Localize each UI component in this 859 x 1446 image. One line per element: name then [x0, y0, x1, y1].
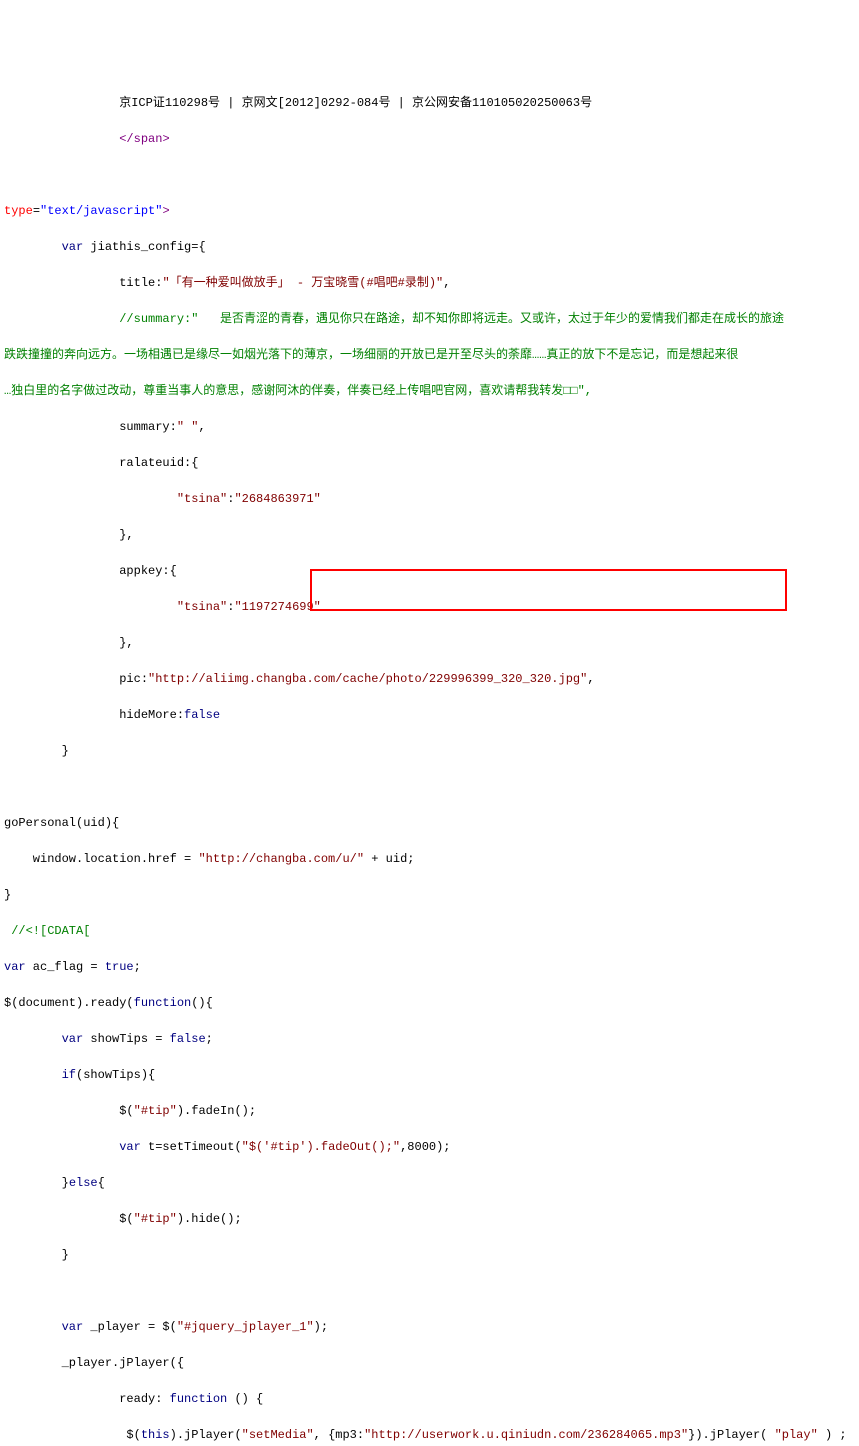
code-line-34: var _player = $("#jquery_jplayer_1"); — [4, 1318, 855, 1336]
code-blank — [4, 166, 855, 184]
code-line-21: window.location.href = "http://changba.c… — [4, 850, 855, 868]
code-line-2: </span> — [4, 130, 855, 148]
code-line-26: var showTips = false; — [4, 1030, 855, 1048]
code-line-18: } — [4, 742, 855, 760]
code-line-23: //<![CDATA[ — [4, 922, 855, 940]
code-line-8: …独白里的名字做过改动，尊重当事人的意思，感谢阿沐的伴奏，伴奏已经上传唱吧官网，… — [4, 382, 855, 400]
code-line-14: "tsina":"1197274699" — [4, 598, 855, 616]
code-line-35: _player.jPlayer({ — [4, 1354, 855, 1372]
code-line-3: type="text/javascript"> — [4, 202, 855, 220]
code-line-16: pic:"http://aliimg.changba.com/cache/pho… — [4, 670, 855, 688]
code-blank — [4, 778, 855, 796]
code-line-29: var t=setTimeout("$('#tip').fadeOut();",… — [4, 1138, 855, 1156]
code-line-22: } — [4, 886, 855, 904]
code-line-15: }, — [4, 634, 855, 652]
code-line-30: }else{ — [4, 1174, 855, 1192]
code-line-1: 京ICP证110298号 | 京网文[2012]0292-084号 | 京公网安… — [4, 94, 855, 112]
code-line-36: ready: function () { — [4, 1390, 855, 1408]
code-line-10: ralateuid:{ — [4, 454, 855, 472]
code-line-11: "tsina":"2684863971" — [4, 490, 855, 508]
code-container: { "line1": " 京ICP证110298号 | 京网文[2012]029… — [4, 22, 855, 1446]
code-line-20: goPersonal(uid){ — [4, 814, 855, 832]
code-line-17: hideMore:false — [4, 706, 855, 724]
code-line-5: title:"「有一种爱叫做放手」 - 万宝晓雪(#唱吧#录制)", — [4, 274, 855, 292]
code-line-6: //summary:" 是否青涩的青春，遇见你只在路途，却不知你即将远走。又或许… — [4, 310, 855, 328]
code-line-7: 跌跌撞撞的奔向远方。一场相遇已是缘尽一如烟光落下的薄京，一场细丽的开放已是开至尽… — [4, 346, 855, 364]
code-line-32: } — [4, 1246, 855, 1264]
code-line-4: var jiathis_config={ — [4, 238, 855, 256]
code-line-28: $("#tip").fadeIn(); — [4, 1102, 855, 1120]
code-line-24: var ac_flag = true; — [4, 958, 855, 976]
code-line-9: summary:" ", — [4, 418, 855, 436]
code-line-25: $(document).ready(function(){ — [4, 994, 855, 1012]
code-blank — [4, 1282, 855, 1300]
code-line-27: if(showTips){ — [4, 1066, 855, 1084]
code-line-31: $("#tip").hide(); — [4, 1210, 855, 1228]
code-line-37: $(this).jPlayer("setMedia", {mp3:"http:/… — [4, 1426, 855, 1444]
code-line-12: }, — [4, 526, 855, 544]
code-line-13: appkey:{ — [4, 562, 855, 580]
